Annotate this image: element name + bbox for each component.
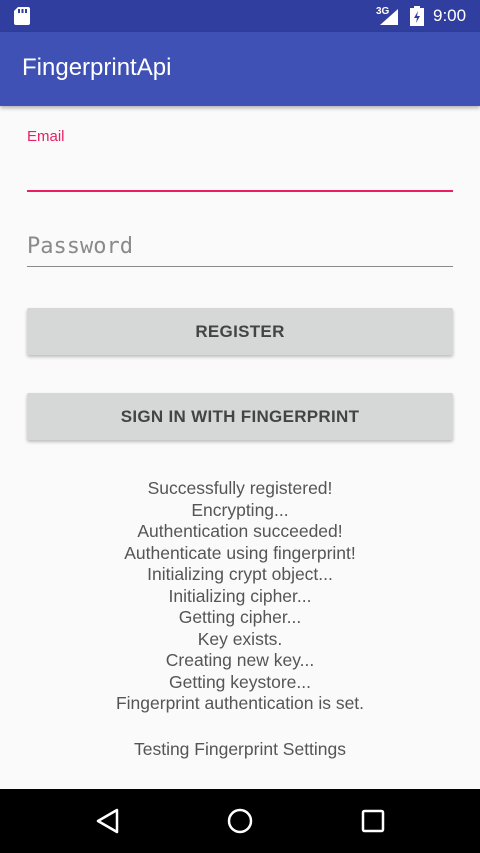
- log-line: Getting keystore...: [168, 671, 311, 692]
- home-icon[interactable]: [222, 803, 258, 839]
- email-field[interactable]: [27, 150, 453, 192]
- log-line: Authentication succeeded!: [137, 521, 343, 541]
- navigation-bar: [0, 789, 480, 853]
- log-line: Key exists.: [197, 628, 283, 649]
- app-bar: FingerprintApi: [0, 32, 480, 106]
- register-button[interactable]: REGISTER: [27, 308, 453, 355]
- recents-icon[interactable]: [355, 803, 391, 839]
- password-field[interactable]: [27, 226, 453, 267]
- sd-card-icon: [14, 7, 30, 25]
- battery-icon: [410, 6, 424, 26]
- log-line: Authenticate using fingerprint!: [124, 542, 356, 563]
- log-line: Encrypting...: [191, 499, 289, 520]
- log-line: Initializing cipher...: [168, 585, 312, 606]
- app-title: FingerprintApi: [22, 54, 172, 81]
- status-log: Successfully registered! Encrypting... A…: [0, 478, 480, 715]
- status-bar: 3G 9:00: [0, 0, 480, 32]
- signal-icon: [380, 9, 398, 25]
- log-line: Creating new key...: [165, 650, 315, 670]
- footer-note: Testing Fingerprint Settings: [133, 739, 347, 759]
- log-line: Initializing crypt object...: [147, 564, 333, 584]
- email-label: Email: [27, 128, 65, 145]
- sign-in-with-fingerprint-button[interactable]: SIGN IN WITH FINGERPRINT: [27, 393, 453, 440]
- clock: 9:00: [433, 6, 467, 25]
- log-line: Successfully registered!: [147, 478, 333, 498]
- back-icon[interactable]: [89, 803, 125, 839]
- log-line: Fingerprint authentication is set.: [115, 693, 365, 713]
- log-line: Getting cipher...: [178, 607, 302, 627]
